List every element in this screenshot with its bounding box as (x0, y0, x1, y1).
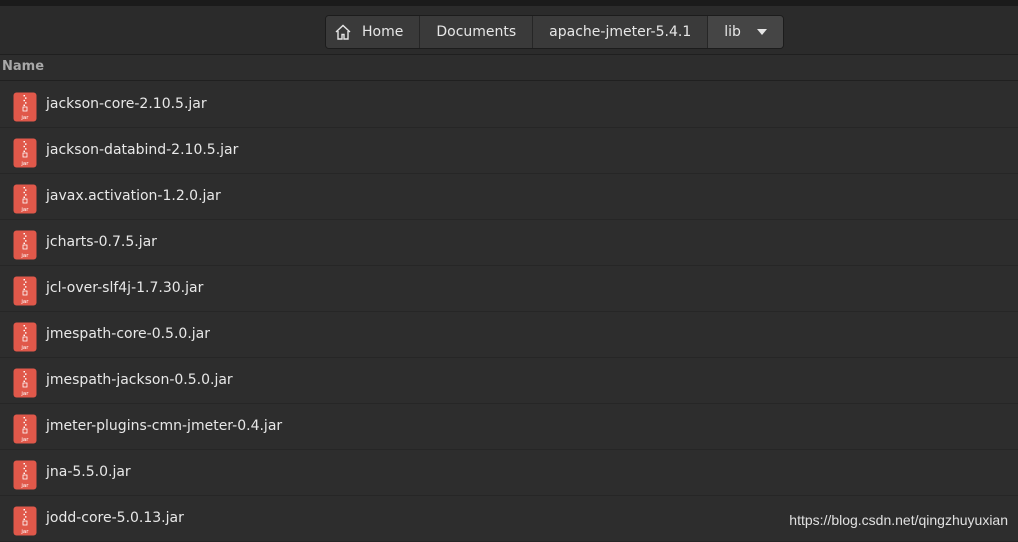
column-header-name-label: Name (2, 59, 45, 74)
jar-archive-icon: jar (13, 506, 37, 536)
jar-archive-icon: jar (13, 184, 37, 214)
icon-type-label: jar (20, 437, 29, 443)
file-name: jna-5.5.0.jar (46, 464, 131, 480)
breadcrumb-documents-label: Documents (436, 24, 517, 40)
path-bar: Home Documents apache-jmeter-5.4.1 lib (325, 15, 784, 49)
file-name: jcharts-0.7.5.jar (46, 234, 157, 250)
file-name: jackson-core-2.10.5.jar (46, 96, 207, 112)
icon-type-label: jar (20, 483, 29, 489)
file-row[interactable]: jar javax.activation-1.2.0.jar (0, 174, 1018, 220)
breadcrumb-lib[interactable]: lib (708, 16, 783, 48)
file-row[interactable]: jar jmespath-jackson-0.5.0.jar (0, 358, 1018, 404)
icon-type-label: jar (20, 529, 29, 535)
jar-archive-icon: jar (13, 414, 37, 444)
column-header-name[interactable]: Name (0, 55, 1018, 81)
home-icon (335, 24, 351, 40)
file-row[interactable]: jar jcharts-0.7.5.jar (0, 220, 1018, 266)
jar-archive-icon: jar (13, 138, 37, 168)
file-name: jcl-over-slf4j-1.7.30.jar (46, 280, 204, 296)
jar-archive-icon: jar (13, 92, 37, 122)
icon-type-label: jar (20, 345, 29, 351)
file-row[interactable]: jar jmespath-core-0.5.0.jar (0, 312, 1018, 358)
file-row[interactable]: jar jackson-core-2.10.5.jar (0, 82, 1018, 128)
breadcrumb-home[interactable]: Home (326, 16, 421, 48)
watermark: https://blog.csdn.net/qingzhuyuxian (789, 512, 1008, 528)
file-name: jmeter-plugins-cmn-jmeter-0.4.jar (46, 418, 283, 434)
breadcrumb-apache-jmeter-label: apache-jmeter-5.4.1 (549, 24, 692, 40)
icon-type-label: jar (20, 207, 29, 213)
jar-archive-icon: jar (13, 368, 37, 398)
icon-type-label: jar (20, 253, 29, 259)
icon-type-label: jar (20, 391, 29, 397)
file-name: jackson-databind-2.10.5.jar (46, 142, 239, 158)
file-row[interactable]: jar jmeter-plugins-cmn-jmeter-0.4.jar (0, 404, 1018, 450)
breadcrumb-home-label: Home (362, 24, 404, 40)
file-name: jodd-core-5.0.13.jar (46, 510, 184, 526)
jar-archive-icon: jar (13, 322, 37, 352)
file-name: jmespath-jackson-0.5.0.jar (46, 372, 233, 388)
header-bar: Home Documents apache-jmeter-5.4.1 lib (0, 6, 1018, 55)
icon-type-label: jar (20, 115, 29, 121)
breadcrumb-apache-jmeter[interactable]: apache-jmeter-5.4.1 (533, 16, 709, 48)
chevron-down-icon[interactable] (756, 29, 767, 35)
icon-type-label: jar (20, 299, 29, 305)
file-name: jmespath-core-0.5.0.jar (46, 326, 210, 342)
file-row[interactable]: jar jna-5.5.0.jar (0, 450, 1018, 496)
file-list: jar jackson-core-2.10.5.jar jar jackson-dat… (0, 82, 1018, 542)
icon-type-label: jar (20, 161, 29, 167)
breadcrumb-documents[interactable]: Documents (420, 16, 534, 48)
file-row[interactable]: jar jcl-over-slf4j-1.7.30.jar (0, 266, 1018, 312)
jar-archive-icon: jar (13, 460, 37, 490)
breadcrumb-lib-label: lib (724, 24, 741, 40)
file-name: javax.activation-1.2.0.jar (46, 188, 221, 204)
file-row[interactable]: jar jackson-databind-2.10.5.jar (0, 128, 1018, 174)
jar-archive-icon: jar (13, 276, 37, 306)
jar-archive-icon: jar (13, 230, 37, 260)
